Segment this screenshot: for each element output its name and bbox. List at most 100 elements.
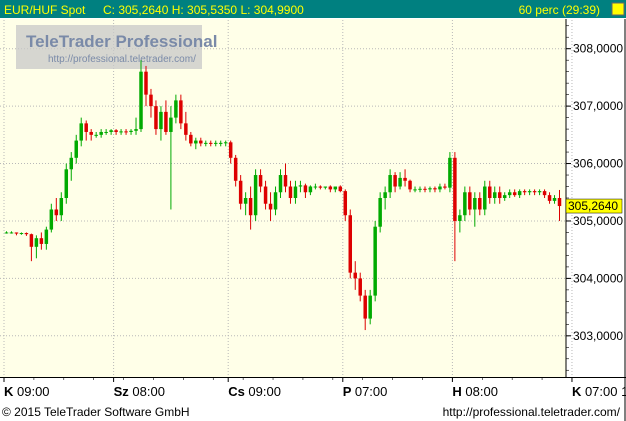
candle-body bbox=[233, 157, 238, 181]
candle-body bbox=[139, 71, 143, 130]
candle-body bbox=[308, 186, 313, 193]
candle-body bbox=[278, 175, 283, 193]
candle-body bbox=[348, 215, 353, 273]
candle-body bbox=[74, 140, 78, 158]
candle-body bbox=[453, 157, 457, 221]
x-tick-label: Cs 09:00 bbox=[228, 384, 281, 399]
candle-body bbox=[323, 186, 328, 188]
candle-body bbox=[19, 233, 24, 235]
price-chart[interactable]: EUR/HUF Spot C: 305,2640 H: 305,5350 L: … bbox=[0, 0, 626, 421]
candle-body bbox=[154, 106, 158, 130]
candle-body bbox=[303, 185, 308, 193]
candle-body bbox=[248, 198, 253, 216]
candle-body bbox=[273, 192, 278, 210]
y-tick-label: 305,0000 bbox=[573, 214, 623, 228]
candle-body bbox=[522, 191, 527, 193]
candle-body bbox=[263, 186, 268, 204]
candle-body bbox=[114, 130, 118, 132]
y-tick-label: 306,0000 bbox=[573, 157, 623, 171]
candle-body bbox=[398, 177, 402, 187]
candle-body bbox=[313, 186, 318, 188]
candle-body bbox=[423, 188, 427, 190]
candle-body bbox=[94, 134, 98, 136]
candle-body bbox=[124, 131, 128, 133]
candle-body bbox=[458, 215, 462, 221]
candle-body bbox=[368, 295, 372, 319]
candle-body bbox=[542, 191, 547, 196]
candle-body bbox=[343, 191, 348, 216]
candle-body bbox=[298, 185, 303, 187]
candle-body bbox=[418, 188, 422, 190]
candle-body bbox=[438, 186, 442, 190]
candle-body bbox=[44, 229, 49, 244]
candle-body bbox=[79, 123, 83, 141]
header-ohlc: C: 305,2640 H: 305,5350 L: 304,9900 bbox=[103, 3, 304, 17]
candle-body bbox=[403, 177, 407, 181]
y-tick-label: 303,0000 bbox=[573, 329, 623, 343]
candle-body bbox=[333, 186, 338, 190]
candle bbox=[253, 169, 258, 221]
candle-body bbox=[358, 278, 362, 296]
candle-body bbox=[552, 198, 557, 201]
candle-body bbox=[34, 238, 39, 247]
candle-body bbox=[483, 186, 487, 210]
y-tick-label: 304,0000 bbox=[573, 271, 623, 285]
x-tick-label: H 08:00 bbox=[452, 384, 498, 399]
watermark-url: http://professional.teletrader.com/ bbox=[48, 54, 196, 65]
footer-copyright: © 2015 TeleTrader Software GmbH bbox=[2, 405, 190, 419]
candle-body bbox=[428, 188, 432, 190]
header-scroll-handle[interactable] bbox=[611, 2, 625, 16]
candle-body bbox=[189, 134, 193, 144]
candle-body bbox=[228, 142, 233, 158]
candle-body bbox=[54, 209, 59, 216]
candle-body bbox=[14, 232, 19, 234]
last-price-label: 305,2640 bbox=[568, 199, 618, 213]
candle-body bbox=[64, 169, 69, 198]
candle-body bbox=[478, 198, 482, 210]
candle-body bbox=[149, 94, 153, 107]
candle-body bbox=[144, 71, 148, 95]
candle-body bbox=[268, 203, 273, 210]
candle-body bbox=[218, 142, 223, 144]
candle-body bbox=[468, 192, 472, 210]
candle-body bbox=[283, 175, 288, 187]
candle-body bbox=[373, 226, 377, 296]
candle-body bbox=[532, 191, 537, 193]
x-tick-label: K 07:00 17:00 bbox=[572, 384, 626, 399]
footer-url[interactable]: http://professional.teletrader.com/ bbox=[443, 405, 621, 419]
candle-body bbox=[184, 123, 188, 135]
candle-body bbox=[492, 192, 497, 198]
candle-body bbox=[378, 198, 382, 227]
candle bbox=[448, 152, 452, 193]
candle-body bbox=[29, 234, 34, 247]
candle-body bbox=[318, 186, 323, 188]
candle-body bbox=[388, 175, 392, 193]
candle-body bbox=[338, 186, 343, 192]
candle-body bbox=[443, 186, 447, 188]
x-tick-label: P 07:00 bbox=[343, 384, 388, 399]
candle-body bbox=[199, 140, 203, 144]
candle-body bbox=[49, 209, 54, 230]
candle-body bbox=[527, 191, 532, 193]
candle-body bbox=[243, 198, 248, 204]
y-tick-label: 308,0000 bbox=[573, 42, 623, 56]
candle-body bbox=[502, 195, 507, 198]
candle-body bbox=[473, 198, 477, 210]
candle bbox=[64, 163, 69, 204]
candle-body bbox=[179, 100, 183, 124]
candle-body bbox=[353, 272, 357, 279]
candle bbox=[348, 209, 353, 279]
candle-body bbox=[557, 198, 562, 207]
candle-body bbox=[408, 180, 412, 190]
candle-body bbox=[129, 130, 133, 132]
candle-body bbox=[253, 175, 258, 216]
y-axis-panel[interactable] bbox=[566, 19, 626, 377]
candle-body bbox=[194, 140, 198, 144]
candle-body bbox=[174, 100, 178, 118]
candle bbox=[373, 220, 377, 302]
candle-body bbox=[119, 131, 123, 133]
candle-body bbox=[223, 142, 228, 144]
candle-body bbox=[89, 131, 93, 135]
candle-body bbox=[59, 198, 64, 216]
candle-body bbox=[134, 129, 138, 131]
